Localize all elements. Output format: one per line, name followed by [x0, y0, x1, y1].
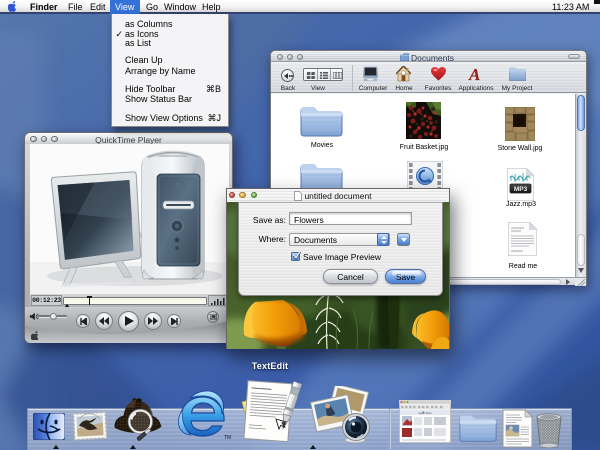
svg-text:MP3: MP3	[514, 186, 528, 193]
